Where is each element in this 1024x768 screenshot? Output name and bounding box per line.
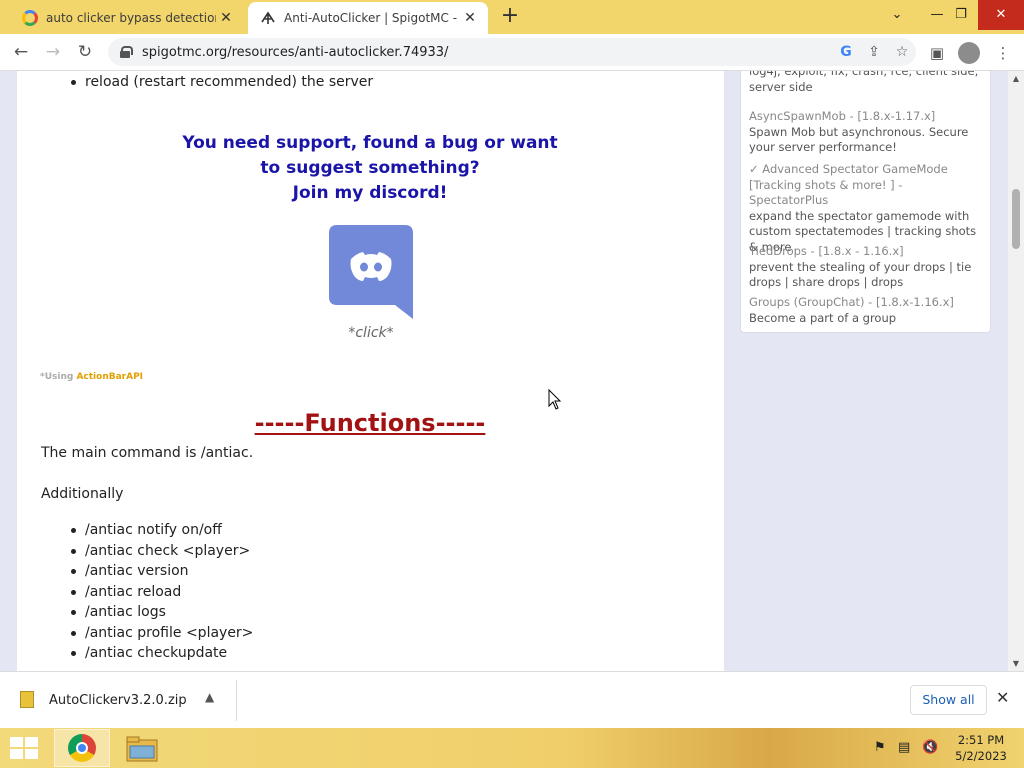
close-tab-icon[interactable]: ✕ xyxy=(216,10,236,26)
list-item: /antiac reload xyxy=(71,582,253,603)
discord-logo-link[interactable] xyxy=(329,225,413,319)
discord-click-caption: *click* xyxy=(348,325,394,341)
sidebar-resource-item[interactable]: AsyncSpawnMob - [1.8.x-1.17.x] Spawn Mob… xyxy=(749,109,985,156)
tab-title: auto clicker bypass detection git xyxy=(46,11,216,25)
download-bar: AutoClickerv3.2.0.zip ▲ Show all ✕ xyxy=(0,671,1024,728)
sidebar-resource-item[interactable]: TiedDrops - [1.8.x - 1.16.x] prevent the… xyxy=(749,244,985,291)
forward-button[interactable]: → xyxy=(40,39,66,65)
command-list: /antiac notify on/off /antiac check <pla… xyxy=(71,520,253,664)
profile-avatar[interactable] xyxy=(958,42,980,64)
taskbar-chrome-button[interactable] xyxy=(54,729,110,767)
actionbarapi-link[interactable]: ActionBarAPI xyxy=(76,372,143,382)
lock-icon[interactable] xyxy=(120,46,133,58)
mouse-cursor-icon xyxy=(548,389,562,410)
restore-button[interactable]: ❐ xyxy=(944,0,978,30)
sidebar-resource-item[interactable]: ✓ Advanced Spectator GameMode [Tracking … xyxy=(749,162,985,255)
web-page: reload (restart recommended) the server … xyxy=(0,71,1024,671)
address-bar[interactable]: spigotmc.org/resources/anti-autoclicker.… xyxy=(108,38,916,66)
download-file-name[interactable]: AutoClickerv3.2.0.zip xyxy=(49,693,187,708)
list-item: reload (restart recommended) the server xyxy=(71,72,373,93)
divider xyxy=(236,680,237,721)
tab-google-search[interactable]: auto clicker bypass detection git ✕ xyxy=(8,2,244,34)
windows-start-icon[interactable] xyxy=(8,736,38,760)
scroll-down-icon[interactable]: ▼ xyxy=(1008,659,1024,668)
side-panel-icon[interactable]: ▣ xyxy=(924,40,950,66)
close-download-bar-icon[interactable]: ✕ xyxy=(996,688,1009,707)
zip-file-icon xyxy=(20,691,34,708)
scroll-thumb[interactable] xyxy=(1012,189,1020,249)
sidebar-resource-item[interactable]: log4j, exploit, fix, crash, rce, client … xyxy=(749,71,985,95)
new-tab-button[interactable]: + xyxy=(498,4,522,28)
volume-muted-icon[interactable]: 🔇 xyxy=(922,740,938,755)
window-close-button[interactable]: ✕ xyxy=(978,0,1024,30)
url-text[interactable]: spigotmc.org/resources/anti-autoclicker.… xyxy=(142,45,832,60)
additionally-text: Additionally xyxy=(41,486,124,502)
reload-button[interactable]: ↻ xyxy=(72,39,98,65)
tab-title: Anti-AutoClicker | SpigotMC - Hi xyxy=(284,11,460,25)
main-command-text: The main command is /antiac. xyxy=(41,445,254,461)
back-button[interactable]: ← xyxy=(8,39,34,65)
using-api-note: *Using ActionBarAPI xyxy=(40,372,144,382)
bookmark-star-icon[interactable]: ☆ xyxy=(888,44,916,60)
share-icon[interactable]: ⇪ xyxy=(860,44,888,60)
file-explorer-icon[interactable] xyxy=(126,736,158,762)
support-message[interactable]: You need support, found a bug or want to… xyxy=(147,131,593,206)
system-clock[interactable]: 2:51 PM 5/2/2023 xyxy=(950,732,1012,764)
resource-description: reload (restart recommended) the server … xyxy=(17,71,724,671)
windows-taskbar: ⚑ ▤ 🔇 2:51 PM 5/2/2023 xyxy=(0,728,1024,768)
spigot-icon xyxy=(261,11,275,24)
page-scrollbar[interactable]: ▲ ▼ xyxy=(1008,71,1024,671)
functions-heading: -----Functions----- xyxy=(254,409,486,437)
tab-strip: auto clicker bypass detection git ✕ Anti… xyxy=(0,0,1024,34)
scroll-up-icon[interactable]: ▲ xyxy=(1008,74,1024,83)
install-steps-list: reload (restart recommended) the server xyxy=(71,72,373,93)
more-resources-panel: log4j, exploit, fix, crash, rce, client … xyxy=(740,71,991,333)
action-center-flag-icon[interactable]: ⚑ xyxy=(874,740,886,755)
chrome-icon xyxy=(68,734,96,762)
list-item: /antiac checkupdate xyxy=(71,643,253,664)
list-item: /antiac notify on/off xyxy=(71,520,253,541)
tab-spigotmc[interactable]: Anti-AutoClicker | SpigotMC - Hi ✕ xyxy=(248,2,488,34)
menu-kebab-icon[interactable]: ⋮ xyxy=(990,40,1016,66)
list-item: /antiac logs xyxy=(71,602,253,623)
google-lens-icon[interactable]: G xyxy=(832,44,860,60)
network-icon[interactable]: ▤ xyxy=(898,740,910,755)
close-tab-icon[interactable]: ✕ xyxy=(460,10,480,26)
sidebar-resource-item[interactable]: Groups (GroupChat) - [1.8.x-1.16.x] Beco… xyxy=(749,295,985,326)
show-all-button[interactable]: Show all xyxy=(910,685,987,715)
browser-toolbar: ← → ↻ spigotmc.org/resources/anti-autocl… xyxy=(0,34,1024,71)
google-icon xyxy=(22,10,38,26)
list-item: /antiac check <player> xyxy=(71,541,253,562)
chevron-up-icon[interactable]: ▲ xyxy=(205,690,214,704)
list-item: /antiac profile <player> xyxy=(71,623,253,644)
list-item: /antiac version xyxy=(71,561,253,582)
tab-search-icon[interactable]: ⌄ xyxy=(880,0,914,30)
